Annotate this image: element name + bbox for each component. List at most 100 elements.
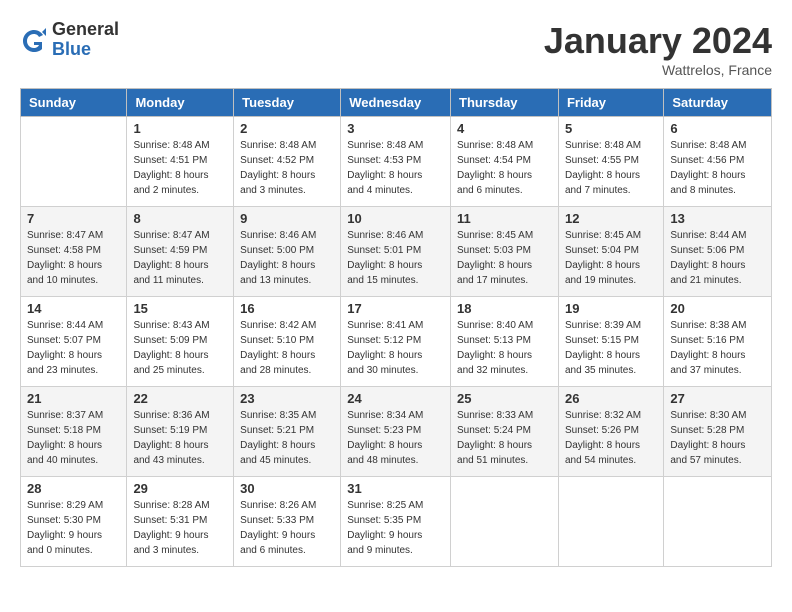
weekday-header: Wednesday (341, 89, 451, 117)
day-number: 3 (347, 121, 444, 136)
location: Wattrelos, France (544, 62, 772, 78)
day-info: Sunrise: 8:44 AM Sunset: 5:06 PM Dayligh… (670, 228, 765, 288)
day-number: 30 (240, 481, 334, 496)
day-info: Sunrise: 8:48 AM Sunset: 4:51 PM Dayligh… (133, 138, 227, 198)
calendar-cell: 4 Sunrise: 8:48 AM Sunset: 4:54 PM Daylig… (451, 117, 559, 207)
day-number: 6 (670, 121, 765, 136)
calendar-cell: 16Sunrise: 8:42 AM Sunset: 5:10 PM Dayli… (234, 297, 341, 387)
day-info: Sunrise: 8:45 AM Sunset: 5:03 PM Dayligh… (457, 228, 552, 288)
calendar-header-row: SundayMondayTuesdayWednesdayThursdayFrid… (21, 89, 772, 117)
day-number: 24 (347, 391, 444, 406)
day-number: 1 (133, 121, 227, 136)
day-number: 7 (27, 211, 120, 226)
calendar-cell: 23 Sunrise: 8:35 AM Sunset: 5:21 PM Dayli… (234, 387, 341, 477)
day-number: 28 (27, 481, 120, 496)
day-number: 23 (240, 391, 334, 406)
day-number: 20 (670, 301, 765, 316)
day-info: Sunrise: 8:26 AM Sunset: 5:33 PM Dayligh… (240, 498, 334, 558)
day-number: 18 (457, 301, 552, 316)
calendar-cell (664, 477, 772, 567)
day-number: 2 (240, 121, 334, 136)
day-number: 16 (240, 301, 334, 316)
day-number: 31 (347, 481, 444, 496)
weekday-header: Friday (558, 89, 663, 117)
calendar-cell (558, 477, 663, 567)
day-info: Sunrise: 8:47 AM Sunset: 4:58 PM Dayligh… (27, 228, 120, 288)
day-number: 5 (565, 121, 657, 136)
calendar-cell: 8Sunrise: 8:47 AM Sunset: 4:59 PM Daylig… (127, 207, 234, 297)
logo-general: General (52, 20, 119, 40)
weekday-header: Thursday (451, 89, 559, 117)
day-info: Sunrise: 8:48 AM Sunset: 4:52 PM Dayligh… (240, 138, 334, 198)
weekday-header: Saturday (664, 89, 772, 117)
calendar-cell: 9 Sunrise: 8:46 AM Sunset: 5:00 PM Daylig… (234, 207, 341, 297)
day-info: Sunrise: 8:33 AM Sunset: 5:24 PM Dayligh… (457, 408, 552, 468)
calendar-cell: 14 Sunrise: 8:44 AM Sunset: 5:07 PM Dayli… (21, 297, 127, 387)
day-number: 13 (670, 211, 765, 226)
calendar-week-row: 28 Sunrise: 8:29 AM Sunset: 5:30 PM Dayli… (21, 477, 772, 567)
day-info: Sunrise: 8:29 AM Sunset: 5:30 PM Dayligh… (27, 498, 120, 558)
calendar-cell: 18 Sunrise: 8:40 AM Sunset: 5:13 PM Dayli… (451, 297, 559, 387)
page-header: General Blue January 2024 Wattrelos, Fra… (20, 20, 772, 78)
calendar-cell: 28 Sunrise: 8:29 AM Sunset: 5:30 PM Dayli… (21, 477, 127, 567)
calendar-cell: 26Sunrise: 8:32 AM Sunset: 5:26 PM Dayli… (558, 387, 663, 477)
weekday-header: Sunday (21, 89, 127, 117)
calendar-cell: 31 Sunrise: 8:25 AM Sunset: 5:35 PM Dayli… (341, 477, 451, 567)
month-title: January 2024 (544, 20, 772, 62)
calendar-week-row: 1 Sunrise: 8:48 AM Sunset: 4:51 PM Daylig… (21, 117, 772, 207)
day-number: 19 (565, 301, 657, 316)
calendar-cell: 7 Sunrise: 8:47 AM Sunset: 4:58 PM Daylig… (21, 207, 127, 297)
logo-icon (20, 26, 48, 54)
calendar-cell: 17Sunrise: 8:41 AM Sunset: 5:12 PM Dayli… (341, 297, 451, 387)
day-info: Sunrise: 8:40 AM Sunset: 5:13 PM Dayligh… (457, 318, 552, 378)
calendar-table: SundayMondayTuesdayWednesdayThursdayFrid… (20, 88, 772, 567)
day-info: Sunrise: 8:48 AM Sunset: 4:53 PM Dayligh… (347, 138, 444, 198)
calendar-cell: 2 Sunrise: 8:48 AM Sunset: 4:52 PM Daylig… (234, 117, 341, 207)
calendar-week-row: 7 Sunrise: 8:47 AM Sunset: 4:58 PM Daylig… (21, 207, 772, 297)
day-info: Sunrise: 8:28 AM Sunset: 5:31 PM Dayligh… (133, 498, 227, 558)
day-info: Sunrise: 8:35 AM Sunset: 5:21 PM Dayligh… (240, 408, 334, 468)
day-info: Sunrise: 8:25 AM Sunset: 5:35 PM Dayligh… (347, 498, 444, 558)
day-info: Sunrise: 8:46 AM Sunset: 5:00 PM Dayligh… (240, 228, 334, 288)
day-number: 15 (133, 301, 227, 316)
day-info: Sunrise: 8:39 AM Sunset: 5:15 PM Dayligh… (565, 318, 657, 378)
day-number: 26 (565, 391, 657, 406)
day-number: 10 (347, 211, 444, 226)
day-number: 12 (565, 211, 657, 226)
calendar-cell: 15Sunrise: 8:43 AM Sunset: 5:09 PM Dayli… (127, 297, 234, 387)
day-number: 21 (27, 391, 120, 406)
calendar-cell (21, 117, 127, 207)
title-block: January 2024 Wattrelos, France (544, 20, 772, 78)
calendar-cell: 1 Sunrise: 8:48 AM Sunset: 4:51 PM Daylig… (127, 117, 234, 207)
day-info: Sunrise: 8:44 AM Sunset: 5:07 PM Dayligh… (27, 318, 120, 378)
calendar-cell: 10 Sunrise: 8:46 AM Sunset: 5:01 PM Dayli… (341, 207, 451, 297)
calendar-cell: 11Sunrise: 8:45 AM Sunset: 5:03 PM Dayli… (451, 207, 559, 297)
calendar-cell: 30 Sunrise: 8:26 AM Sunset: 5:33 PM Dayli… (234, 477, 341, 567)
day-number: 8 (133, 211, 227, 226)
calendar-cell: 22 Sunrise: 8:36 AM Sunset: 5:19 PM Dayli… (127, 387, 234, 477)
calendar-cell: 25Sunrise: 8:33 AM Sunset: 5:24 PM Dayli… (451, 387, 559, 477)
calendar-cell: 13 Sunrise: 8:44 AM Sunset: 5:06 PM Dayli… (664, 207, 772, 297)
calendar-cell: 20 Sunrise: 8:38 AM Sunset: 5:16 PM Dayli… (664, 297, 772, 387)
day-number: 22 (133, 391, 227, 406)
weekday-header: Tuesday (234, 89, 341, 117)
day-number: 17 (347, 301, 444, 316)
day-info: Sunrise: 8:45 AM Sunset: 5:04 PM Dayligh… (565, 228, 657, 288)
day-info: Sunrise: 8:46 AM Sunset: 5:01 PM Dayligh… (347, 228, 444, 288)
weekday-header: Monday (127, 89, 234, 117)
day-number: 9 (240, 211, 334, 226)
calendar-cell: 5Sunrise: 8:48 AM Sunset: 4:55 PM Daylig… (558, 117, 663, 207)
day-info: Sunrise: 8:30 AM Sunset: 5:28 PM Dayligh… (670, 408, 765, 468)
day-number: 4 (457, 121, 552, 136)
calendar-cell: 29Sunrise: 8:28 AM Sunset: 5:31 PM Dayli… (127, 477, 234, 567)
day-number: 14 (27, 301, 120, 316)
calendar-cell: 27 Sunrise: 8:30 AM Sunset: 5:28 PM Dayli… (664, 387, 772, 477)
calendar-cell: 21Sunrise: 8:37 AM Sunset: 5:18 PM Dayli… (21, 387, 127, 477)
day-info: Sunrise: 8:48 AM Sunset: 4:56 PM Dayligh… (670, 138, 765, 198)
day-info: Sunrise: 8:38 AM Sunset: 5:16 PM Dayligh… (670, 318, 765, 378)
day-info: Sunrise: 8:36 AM Sunset: 5:19 PM Dayligh… (133, 408, 227, 468)
day-info: Sunrise: 8:48 AM Sunset: 4:54 PM Dayligh… (457, 138, 552, 198)
logo-blue: Blue (52, 40, 119, 60)
calendar-cell: 19 Sunrise: 8:39 AM Sunset: 5:15 PM Dayli… (558, 297, 663, 387)
day-number: 27 (670, 391, 765, 406)
